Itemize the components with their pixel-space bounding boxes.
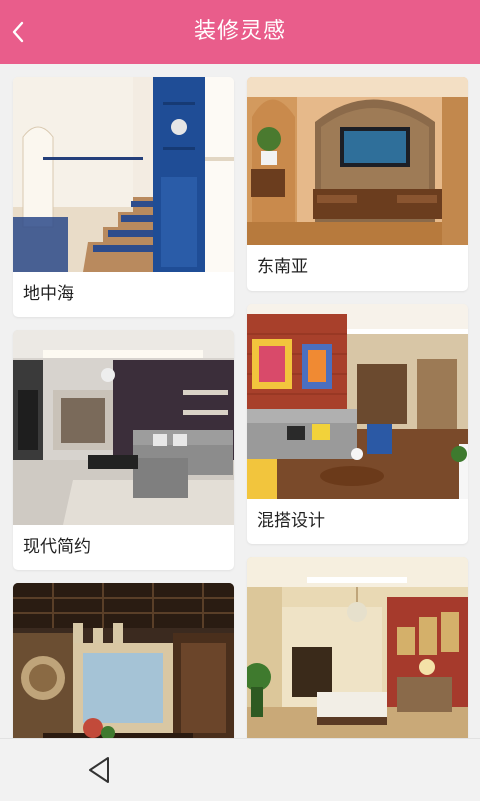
style-card-chinese[interactable]	[13, 583, 234, 738]
inspiration-grid: 地中海 东南亚 现代简约 混搭设计	[0, 64, 480, 738]
style-card-image	[247, 77, 468, 245]
system-navigation-bar	[0, 738, 480, 801]
style-card-image	[247, 557, 468, 738]
page-title: 装修灵感	[193, 19, 286, 44]
style-card-image	[13, 583, 234, 738]
style-card-label: 东南亚	[257, 257, 308, 277]
style-card-image	[13, 330, 234, 525]
style-card-label: 地中海	[23, 284, 74, 304]
style-card-mediterranean[interactable]: 地中海	[13, 77, 234, 317]
style-card-modern-minimalist[interactable]: 现代简约	[13, 330, 234, 570]
nav-back-button[interactable]	[84, 753, 118, 787]
top-app-bar: 装修灵感	[0, 0, 480, 64]
style-card-southeast-asian[interactable]: 东南亚	[247, 77, 468, 291]
back-button[interactable]	[6, 16, 36, 48]
triangle-back-icon	[89, 757, 109, 783]
style-card-european[interactable]	[247, 557, 468, 738]
style-card-label: 现代简约	[23, 537, 91, 557]
style-card-label: 混搭设计	[257, 511, 325, 531]
style-card-image	[247, 304, 468, 499]
style-card-image	[13, 77, 234, 272]
style-card-eclectic[interactable]: 混搭设计	[247, 304, 468, 544]
chevron-left-icon	[12, 21, 24, 43]
